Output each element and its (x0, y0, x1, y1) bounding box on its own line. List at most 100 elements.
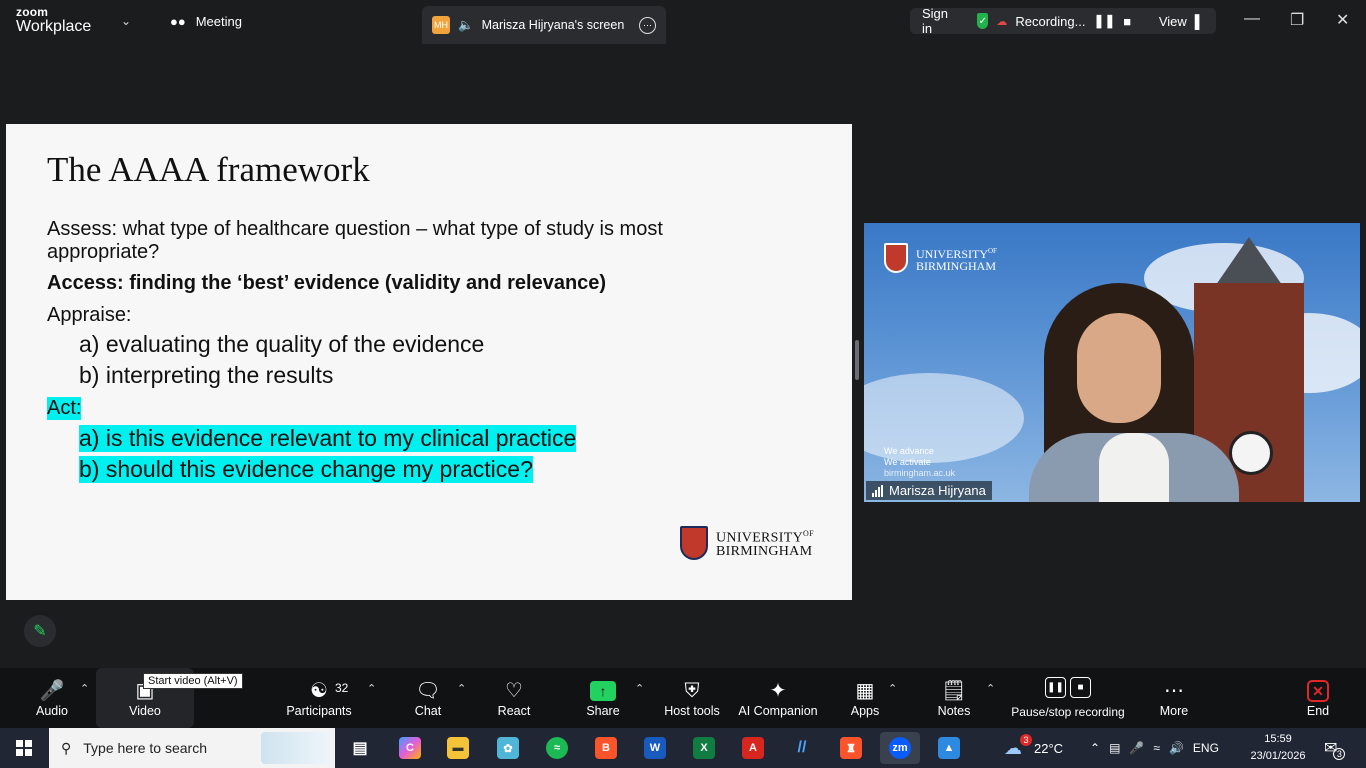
app-icon-slash[interactable]: // (782, 732, 822, 764)
audio-button[interactable]: 🎤 Audio (30, 668, 74, 728)
minimize-icon[interactable]: — (1244, 10, 1260, 28)
apps-button[interactable]: ▦ Apps (846, 668, 884, 728)
spotify-icon[interactable]: ≈ (537, 732, 577, 764)
more-button[interactable]: ⋯ More (1154, 668, 1194, 728)
react-button[interactable]: ♡ React (492, 668, 536, 728)
participants-button[interactable]: ☯ Participants (284, 668, 354, 728)
apps-options-caret-icon[interactable]: ⌃ (888, 682, 897, 695)
slide-act-b: b) should this evidence change my practi… (79, 456, 533, 483)
volume-icon[interactable]: 🔊 (1169, 741, 1184, 755)
shared-screen-tab[interactable]: MH 🔈 Marisza Hijryana's screen ⋯ (422, 6, 666, 44)
university-logo: UNIVERSITYOF BIRMINGHAM (680, 526, 814, 560)
meeting-tab[interactable]: ●● Meeting (170, 14, 242, 29)
notification-center-icon[interactable]: ✉ 3 (1324, 728, 1346, 768)
security-shield-icon[interactable]: ✓ (977, 13, 989, 29)
ai-companion-button[interactable]: ✦ AI Companion (736, 668, 820, 728)
logo-line-2: BIRMINGHAM (716, 544, 813, 560)
stop-recording-icon[interactable]: ■ (1123, 14, 1131, 29)
notes-button[interactable]: 🗒 Notes (934, 668, 974, 728)
participants-count: 32 (335, 681, 349, 695)
participants-options-caret-icon[interactable]: ⌃ (367, 682, 376, 695)
search-placeholder: Type here to search (83, 740, 208, 756)
university-crest-icon (680, 526, 708, 560)
share-options-caret-icon[interactable]: ⌃ (635, 682, 644, 695)
zoom-workplace-logo[interactable]: zoom Workplace (16, 6, 91, 35)
clock-date: 23/01/2026 (1250, 750, 1306, 762)
tagline-activate: We activate (884, 457, 931, 467)
video-background-logo: UNIVERSITYOF BIRMINGHAM (884, 243, 997, 273)
participant-person (1029, 283, 1239, 502)
search-icon: ⚲ (61, 739, 72, 756)
top-status-bar: Sign in ✓ ☁ Recording... ❚❚ ■ View ▌ (910, 6, 1216, 36)
windows-start-icon[interactable] (16, 740, 32, 756)
video-label: Video (129, 704, 161, 718)
host-tools-label: Host tools (664, 704, 720, 718)
more-options-icon[interactable]: ⋯ (639, 16, 656, 34)
chat-label: Chat (414, 704, 442, 718)
chat-button[interactable]: 🗨 Chat (408, 668, 448, 728)
annotate-pencil-icon[interactable]: ✎ (24, 615, 56, 647)
participant-video-tile[interactable]: UNIVERSITYOF BIRMINGHAM We advance We ac… (864, 223, 1360, 502)
meet-now-icon[interactable]: ▤ (1109, 741, 1120, 755)
presenter-avatar: MH (432, 16, 450, 34)
pause-recording-icon[interactable]: ❚❚ (1093, 13, 1115, 29)
sparkle-icon: ✦ (769, 680, 787, 702)
audio-options-caret-icon[interactable]: ⌃ (80, 682, 89, 695)
participant-name: Marisza Hijryana (889, 483, 986, 498)
slide-act-a: a) is this evidence relevant to my clini… (79, 425, 577, 452)
meeting-tab-label: Meeting (195, 14, 242, 29)
task-view-icon[interactable]: ▤ (340, 732, 380, 764)
windows-taskbar: ⚲ Type here to search ▤ C ▬ ✿ ≈ B W X A … (0, 728, 1366, 768)
chevron-up-icon[interactable]: ⌃ (1090, 741, 1100, 755)
end-x-icon: ✕ (1307, 680, 1329, 702)
end-meeting-button[interactable]: ✕ End (1300, 668, 1336, 728)
system-tray: ⌃ ▤ 🎤 ≈ 🔊 ENG (1090, 728, 1219, 768)
acrobat-icon[interactable]: A (733, 732, 773, 764)
video-tagline: We advance We activate birmingham.ac.uk (884, 446, 955, 479)
host-tools-button[interactable]: ⛨ Host tools (662, 668, 722, 728)
stop-icon: ■ (1070, 677, 1091, 698)
word-icon[interactable]: W (635, 732, 675, 764)
notes-label: Notes (937, 704, 971, 718)
sign-in-button[interactable]: Sign in (922, 6, 951, 36)
ai-companion-label: AI Companion (738, 704, 818, 718)
notes-options-caret-icon[interactable]: ⌃ (986, 682, 995, 695)
wifi-icon[interactable]: ≈ (1153, 741, 1160, 755)
slide-appraise-text: Appraise: (47, 304, 132, 326)
cloud-recording-icon: ☁ (996, 15, 1008, 28)
microphone-icon[interactable]: 🎤 (1129, 741, 1144, 755)
zoom-title-bar: zoom Workplace ⌄ ●● Meeting MH 🔈 Marisza… (0, 0, 1366, 44)
restore-icon[interactable]: ❐ (1290, 10, 1304, 30)
excel-icon[interactable]: X (684, 732, 724, 764)
language-indicator[interactable]: ENG (1193, 741, 1219, 755)
pause-stop-recording-button[interactable]: ❚❚ ■ Pause/stop recording (1008, 668, 1128, 728)
share-button[interactable]: ↑ Share (580, 668, 626, 728)
view-button[interactable]: View (1159, 14, 1187, 29)
shared-screen-label: Marisza Hijryana's screen (481, 18, 625, 32)
copilot-icon[interactable]: C (390, 732, 430, 764)
slide-assess-text: Assess: what type of healthcare question… (47, 218, 663, 263)
close-icon[interactable]: ✕ (1336, 10, 1349, 30)
weather-widget[interactable]: ☁ 3 22°C (1004, 728, 1063, 768)
chat-options-caret-icon[interactable]: ⌃ (457, 682, 466, 695)
taskbar-search[interactable]: ⚲ Type here to search (49, 728, 335, 768)
tagline-url: birmingham.ac.uk (884, 468, 956, 478)
zoom-app-icon[interactable]: zm (880, 732, 920, 764)
split-resize-handle[interactable] (855, 340, 859, 380)
temperature: 22°C (1034, 740, 1064, 756)
end-label: End (1306, 704, 1330, 718)
recording-status-label[interactable]: Recording... (1015, 14, 1085, 29)
apps-label: Apps (850, 704, 880, 718)
slide-title: The AAAA framework (47, 150, 370, 189)
photos-icon[interactable]: ▲ (929, 732, 969, 764)
brave-browser-icon[interactable]: B (586, 732, 626, 764)
file-explorer-icon[interactable]: ▬ (438, 732, 478, 764)
notification-count: 3 (1333, 748, 1346, 760)
view-layout-icon[interactable]: ▌ (1195, 14, 1204, 29)
app-icon-bubble[interactable]: ✿ (488, 732, 528, 764)
taskbar-clock[interactable]: 15:59 23/01/2026 (1250, 731, 1306, 765)
chevron-down-icon[interactable]: ⌄ (121, 14, 131, 28)
logo-of: OF (803, 528, 814, 538)
react-label: React (497, 704, 531, 718)
brave-icon[interactable]: ♜ (831, 732, 871, 764)
